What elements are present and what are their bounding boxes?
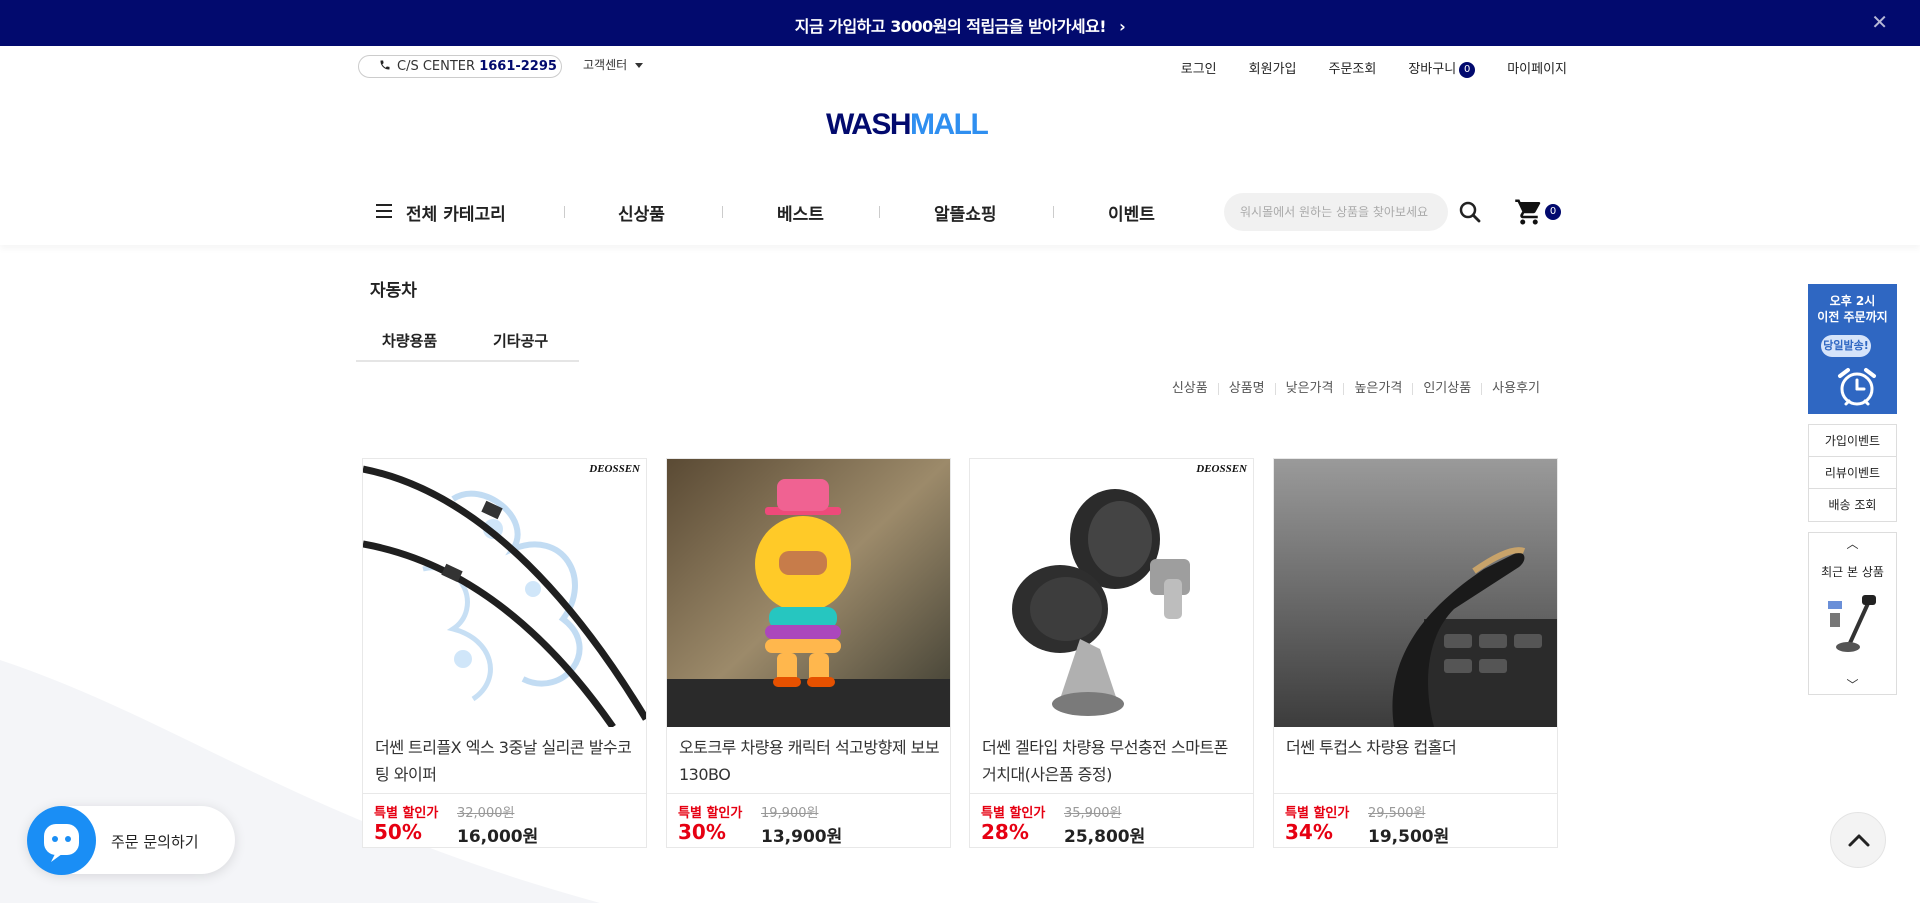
recent-product-thumbnail[interactable] [1822,591,1884,665]
product-card[interactable]: 오토크루 차량용 캐릭터 석고방향제 보보130BO 특별 할인가 19,900… [666,458,951,848]
chevron-right-icon: › [1119,17,1126,36]
nav-separator [1053,206,1054,218]
nav-cart-count-badge: 0 [1545,204,1561,220]
cart-link[interactable]: 장바구니 0 [1408,58,1476,78]
login-link[interactable]: 로그인 [1181,58,1217,78]
sale-label: 특별 할인가 [374,806,439,821]
same-day-shipping-banner[interactable]: 오후 2시 이전 주문까지 당일발송! [1808,284,1897,414]
promo-message[interactable]: 지금 가입하고 3000원의 적립금을 받아가세요! › [0,13,1920,37]
discount-rate: 28% [981,820,1029,844]
quick-links: 가입이벤트 리뷰이벤트 배송 조회 [1808,424,1897,522]
product-image-wiper[interactable]: DEOSSEN [363,459,646,727]
sort-name[interactable]: 상품명 [1217,382,1275,395]
nav-separator [722,206,723,218]
product-name[interactable]: 더쎈 투컵스 차량용 컵홀더 [1286,734,1548,761]
original-price: 19,900원 [761,806,819,821]
original-price: 29,500원 [1368,806,1426,821]
sale-price: 13,900원 [761,827,843,847]
main-nav: 전체 카테고리 신상품 베스트 알뜰쇼핑 이벤트 0 [0,190,1920,245]
discount-rate: 34% [1285,820,1333,844]
brand-label: DEOSSEN [589,463,640,475]
nav-all-categories[interactable]: 전체 카테고리 [406,200,506,225]
sale-label: 특별 할인가 [678,806,743,821]
original-price: 35,900원 [1064,806,1122,821]
site-logo[interactable]: WASHMALL [826,108,989,142]
subtab-other-tools[interactable]: 기타공구 [493,330,548,351]
nav-new-products[interactable]: 신상품 [618,200,665,225]
chevron-down-icon [635,63,644,68]
chevron-down-icon[interactable]: ﹀ [1809,676,1896,693]
review-event-link[interactable]: 리뷰이벤트 [1809,457,1896,489]
product-card[interactable]: DEOSSEN 더쎈 트리플X 엑스 3중날 실리콘 발수코팅 와이퍼 특별 할… [362,458,647,848]
phone-icon [379,59,391,75]
product-card[interactable]: DEOSSEN 더쎈 겔타입 차량용 무선충전 스마트폰 거치대(사은품 증정)… [969,458,1254,848]
customer-center-dropdown[interactable]: 고객센터 [583,56,644,73]
nav-bargain[interactable]: 알뜰쇼핑 [934,200,997,225]
cart-count-badge: 0 [1459,62,1476,78]
same-day-pill: 당일발송! [1821,335,1871,357]
cs-phone: 1661-2295 [479,59,557,74]
divider [1274,793,1557,794]
sale-price: 16,000원 [457,827,539,847]
discount-rate: 50% [374,820,422,844]
alarm-clock-icon [1836,366,1878,412]
brand-label: DEOSSEN [1196,463,1247,475]
sale-label: 특별 할인가 [981,806,1046,821]
sort-options: 신상품 상품명 낮은가격 높은가격 인기상품 사용후기 [1162,382,1550,395]
chevron-up-icon [1848,834,1870,847]
sort-new[interactable]: 신상품 [1162,382,1218,395]
cart-icon[interactable] [1514,197,1544,227]
product-image-cup-holder[interactable] [1274,459,1557,727]
subtab-car-accessories[interactable]: 차량용품 [382,330,437,351]
cs-center-pill: C/S CENTER 1661-2295 [358,55,562,78]
sale-price: 19,500원 [1368,827,1450,847]
sort-popular[interactable]: 인기상품 [1412,382,1481,395]
delivery-tracking-link[interactable]: 배송 조회 [1809,489,1896,521]
original-price: 32,000원 [457,806,515,821]
nav-separator [564,206,565,218]
product-image-air-freshener[interactable] [667,459,950,727]
recently-viewed-label: 최근 본 상품 [1821,565,1884,579]
mypage-link[interactable]: 마이페이지 [1507,58,1567,78]
discount-rate: 30% [678,820,726,844]
signup-link[interactable]: 회원가입 [1249,58,1297,78]
sort-reviews[interactable]: 사용후기 [1481,382,1550,395]
nav-separator [879,206,880,218]
sort-high-price[interactable]: 높은가격 [1343,382,1412,395]
subcategory-tabs: 차량용품 기타공구 [356,320,579,362]
sort-low-price[interactable]: 낮은가격 [1274,382,1344,395]
search-icon[interactable] [1458,200,1482,224]
divider [363,793,646,794]
util-links: 로그인 회원가입 주문조회 장바구니 0 마이페이지 [1181,58,1567,78]
chat-icon [27,806,96,875]
promo-banner[interactable]: 지금 가입하고 3000원의 적립금을 받아가세요! › ✕ [0,0,1920,46]
chevron-up-icon[interactable]: ︿ [1809,535,1896,552]
product-name[interactable]: 더쎈 트리플X 엑스 3중날 실리콘 발수코팅 와이퍼 [375,734,637,788]
category-title: 자동차 [370,281,417,301]
recently-viewed-panel: ︿ 최근 본 상품 ﹀ [1808,532,1897,695]
divider [970,793,1253,794]
order-inquiry-chat-button[interactable]: 주문 문의하기 [27,806,235,875]
sale-label: 특별 할인가 [1285,806,1350,821]
product-image-phone-mount[interactable]: DEOSSEN [970,459,1253,727]
product-name[interactable]: 더쎈 겔타입 차량용 무선충전 스마트폰 거치대(사은품 증정) [982,734,1244,788]
nav-best[interactable]: 베스트 [777,200,824,225]
nav-event[interactable]: 이벤트 [1108,200,1155,225]
signup-event-link[interactable]: 가입이벤트 [1809,425,1896,457]
sale-price: 25,800원 [1064,827,1146,847]
close-icon[interactable]: ✕ [1871,10,1888,34]
menu-icon[interactable] [376,204,392,218]
search-input[interactable] [1224,193,1448,231]
order-lookup-link[interactable]: 주문조회 [1329,58,1377,78]
cs-label: C/S CENTER [397,59,476,74]
chat-label: 주문 문의하기 [111,833,199,851]
product-name[interactable]: 오토크루 차량용 캐릭터 석고방향제 보보130BO [679,734,941,788]
scroll-to-top-button[interactable] [1830,812,1886,868]
product-card[interactable]: 더쎈 투컵스 차량용 컵홀더 특별 할인가 29,500원 34% 19,500… [1273,458,1558,848]
divider [667,793,950,794]
